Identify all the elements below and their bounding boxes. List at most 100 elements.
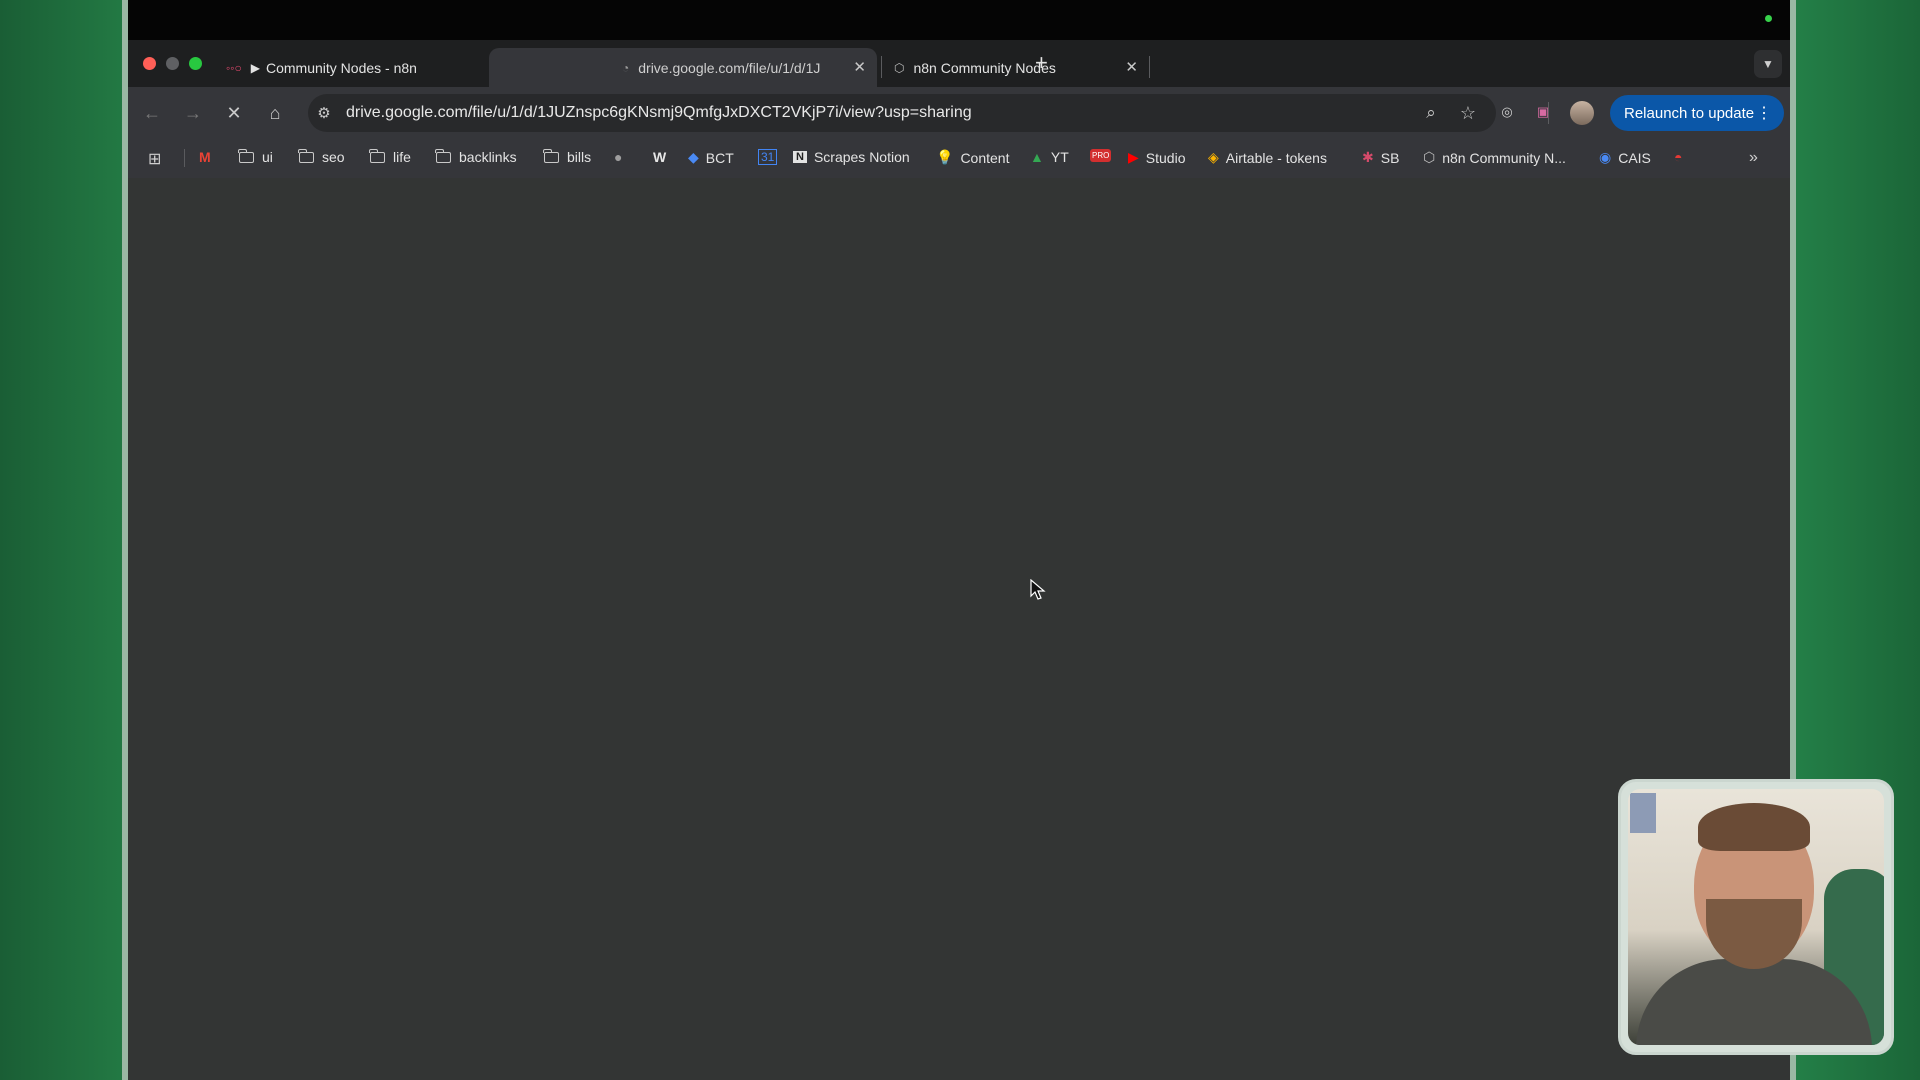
extension-1-button[interactable]: ◎ xyxy=(1496,101,1518,123)
close-tab-icon[interactable]: ✕ xyxy=(1125,58,1138,76)
relaunch-label: Relaunch to update xyxy=(1624,104,1755,122)
tab-separator xyxy=(1149,56,1150,78)
bookmark-label: ui xyxy=(262,149,273,165)
drive-icon: ▲ xyxy=(1030,149,1044,165)
bookmark-rainbow[interactable]: ◓ xyxy=(1674,149,1689,165)
toolbar-separator xyxy=(1548,102,1549,124)
bct-icon: ◆ xyxy=(688,149,699,165)
bookmark-airtable-tokens[interactable]: ◈ Airtable - tokens xyxy=(1208,149,1327,166)
home-icon: ⌂ xyxy=(269,102,281,123)
playing-audio-icon: ▶ xyxy=(250,60,260,75)
tab-separator xyxy=(881,56,882,78)
presenter-hair xyxy=(1698,803,1810,851)
bookmark-label: bills xyxy=(567,149,592,165)
extension-globe-icon: ◎ xyxy=(1501,104,1513,119)
bookmark-n8n-community-nodes[interactable]: ⬡ n8n Community N... xyxy=(1423,149,1566,166)
bookmark-calendar[interactable]: 31 xyxy=(758,149,784,165)
back-arrow-icon: ← xyxy=(143,102,161,123)
bookmark-label: Studio xyxy=(1145,149,1186,166)
more-menu-icon[interactable]: ⋮ xyxy=(1756,103,1772,123)
apps-grid-icon: ⊞ xyxy=(148,151,162,168)
stop-loading-button[interactable]: ✕ xyxy=(220,99,248,127)
bookmark-bct[interactable]: ◆ BCT xyxy=(688,149,734,166)
bookmark-star-button[interactable]: ☆ xyxy=(1454,99,1482,127)
desktop-background-left xyxy=(0,0,128,1080)
bookmark-ui[interactable]: ui xyxy=(238,148,273,165)
zoom-icon: ⌕ xyxy=(1426,103,1436,122)
fullscreen-window-button[interactable] xyxy=(189,57,202,70)
gmail-icon: M xyxy=(199,149,211,165)
youtube-icon: ▶ xyxy=(1128,149,1139,165)
n8n-logo-icon: ◦◦○ xyxy=(226,60,242,75)
folder-icon xyxy=(238,148,254,163)
bookmark-cais[interactable]: ◉ CAIS xyxy=(1599,149,1651,166)
bookmark-label: BCT xyxy=(705,149,734,166)
zoom-button[interactable]: ⌕ xyxy=(1417,99,1445,127)
bookmark-label: life xyxy=(393,149,411,165)
close-tab-icon[interactable]: ✕ xyxy=(853,58,866,76)
tab-google-drive-label[interactable]: ◔ drive.google.com/file/u/1/d/1J ✕ xyxy=(618,48,876,87)
screen-top-bar xyxy=(128,0,1790,40)
back-button[interactable]: ← xyxy=(138,99,166,127)
cais-icon: ◉ xyxy=(1599,149,1612,165)
loading-globe-icon: ◔ xyxy=(622,60,630,75)
url-text[interactable]: drive.google.com/file/u/1/d/1JUZnspc6gKN… xyxy=(346,104,972,122)
pro-icon: PRO xyxy=(1090,149,1112,162)
airtable-icon: ◈ xyxy=(1208,149,1219,165)
double-chevron-right-icon: » xyxy=(1749,149,1758,166)
bookmark-backlinks[interactable]: backlinks xyxy=(435,148,517,165)
bookmark-w[interactable]: W xyxy=(653,149,673,165)
bookmark-label: CAIS xyxy=(1618,149,1651,166)
bookmark-scrapes-notion[interactable]: N Scrapes Notion xyxy=(793,149,910,165)
rainbow-icon: ◓ xyxy=(1674,149,1683,165)
bookmark-label: backlinks xyxy=(459,149,517,165)
bookmark-life[interactable]: life xyxy=(369,148,411,165)
bookmark-label: Airtable - tokens xyxy=(1225,149,1327,166)
folder-icon xyxy=(298,148,314,163)
extension-2-button[interactable]: ▣ xyxy=(1532,101,1554,123)
star-icon: ☆ xyxy=(1459,102,1477,123)
close-window-button[interactable] xyxy=(143,57,156,70)
webcam-overlay xyxy=(1618,779,1894,1055)
tab-title: Community Nodes - n8n xyxy=(266,59,417,76)
w-icon: W xyxy=(653,149,667,165)
new-tab-button[interactable]: + xyxy=(1035,50,1048,76)
home-button[interactable]: ⌂ xyxy=(261,99,289,127)
presenter-video xyxy=(1628,789,1884,1045)
browser-window: ◦◦○ ▶ Community Nodes - n8n ✕ ◔ drive.go… xyxy=(128,0,1790,1080)
apps-grid-button[interactable]: ⊞ xyxy=(148,149,161,169)
relaunch-to-update-button[interactable]: Relaunch to update ⋮ xyxy=(1610,95,1784,131)
bookmark-seo[interactable]: seo xyxy=(298,148,345,165)
bookmark-bills[interactable]: bills xyxy=(543,148,592,165)
tune-icon: ⚙ xyxy=(317,105,331,122)
profile-avatar[interactable] xyxy=(1570,101,1594,125)
wall-frame xyxy=(1630,793,1656,833)
site-info-button[interactable]: ⚙ xyxy=(310,99,338,127)
sb-icon: ✱ xyxy=(1362,149,1374,165)
tab-title: drive.google.com/file/u/1/d/1J xyxy=(638,59,821,76)
forward-button[interactable]: → xyxy=(179,99,207,127)
minimize-window-button[interactable] xyxy=(166,57,179,70)
bookmark-content[interactable]: 💡 Content xyxy=(936,149,1009,166)
bookmark-yt[interactable]: ▲ YT xyxy=(1030,149,1069,165)
mouse-cursor-icon xyxy=(1030,578,1046,606)
tab-n8n-community-nodes[interactable]: ⬡ n8n Community Nodes ✕ xyxy=(886,48,1148,87)
tab-search-button[interactable]: ▼ xyxy=(1754,50,1782,78)
bookmark-sb[interactable]: ✱ SB xyxy=(1362,149,1399,166)
bookmarks-separator xyxy=(184,149,185,167)
bookmark-label: Scrapes Notion xyxy=(813,149,910,165)
more-bookmarks-button[interactable]: » xyxy=(1749,149,1758,167)
bookmark-gmail[interactable]: M xyxy=(199,149,218,165)
recording-indicator-icon xyxy=(1765,15,1772,22)
bookmark-spy[interactable]: ● xyxy=(614,149,629,165)
bookmark-pro[interactable]: PRO xyxy=(1090,149,1118,162)
notion-icon: N xyxy=(793,151,807,163)
folder-icon xyxy=(435,148,451,163)
close-icon: ✕ xyxy=(226,102,242,123)
bookmark-label: n8n Community N... xyxy=(1442,149,1566,166)
bookmark-studio[interactable]: ▶ Studio xyxy=(1128,149,1185,166)
spy-icon: ● xyxy=(614,149,623,165)
bookmark-label: SB xyxy=(1380,149,1400,166)
folder-icon xyxy=(543,148,559,163)
bookmark-label: YT xyxy=(1050,149,1069,165)
